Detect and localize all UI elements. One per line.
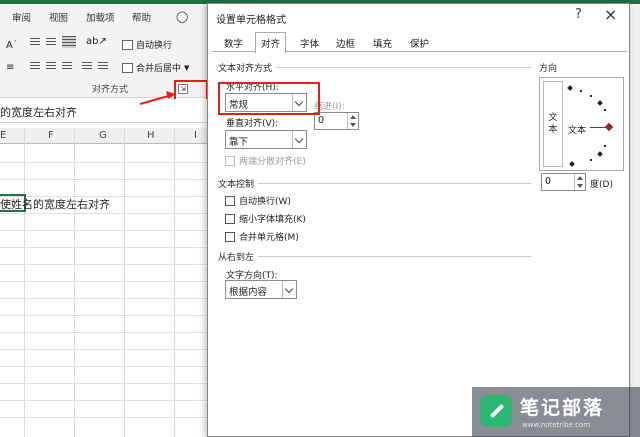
chevron-down-icon[interactable] xyxy=(282,281,296,298)
distributed-checkbox[interactable]: 两端分散对齐(E) xyxy=(225,154,306,167)
tab-number[interactable]: 数字 xyxy=(224,36,243,50)
text-direction-dropdown[interactable]: 根据内容 xyxy=(225,280,297,299)
wrap-text-checkbox[interactable]: 自动换行(W) xyxy=(225,194,291,207)
vertical-align-value: 靠下 xyxy=(229,137,249,148)
orientation-tick xyxy=(597,151,603,157)
chevron-down-icon[interactable] xyxy=(292,131,306,148)
arrow-head xyxy=(166,91,176,99)
tab-font[interactable]: 字体 xyxy=(300,36,319,50)
indent-value: 0 xyxy=(318,115,325,126)
spinner-buttons[interactable] xyxy=(347,113,358,129)
checkbox-box xyxy=(225,195,235,206)
orientation-tick xyxy=(569,161,575,167)
orientation-tick xyxy=(590,159,592,161)
rtl-section-title: 从右到左 xyxy=(218,253,255,263)
help-icon[interactable]: ? xyxy=(575,7,582,22)
vertical-align-label: 垂直对齐(V): xyxy=(226,119,279,129)
degrees-spinner[interactable]: 0 xyxy=(541,173,586,191)
distributed-label: 两端分散对齐(E) xyxy=(239,157,306,167)
dialog-tab-bar: 数字 对齐 字体 边框 填充 保护 xyxy=(212,32,627,54)
tab-border[interactable]: 边框 xyxy=(336,36,355,50)
orientation-tick xyxy=(590,95,592,97)
arrow-to-launcher xyxy=(139,94,173,105)
vertical-text-sample: 文本 xyxy=(548,113,558,135)
text-control-section-title: 文本控制 xyxy=(218,180,255,190)
orientation-tick xyxy=(604,109,606,111)
tab-alignment[interactable]: 对齐 xyxy=(255,32,287,54)
section-divider xyxy=(258,183,531,184)
orientation-tick xyxy=(597,100,603,106)
tab-protection[interactable]: 保护 xyxy=(410,36,429,50)
spinner-buttons[interactable] xyxy=(574,174,585,190)
text-alignment-section-title: 文本对齐方式 xyxy=(218,64,273,74)
section-divider xyxy=(276,67,531,68)
wrap-text-option-label: 自动换行(W) xyxy=(239,197,291,207)
vertical-text-toggle[interactable]: 文本 xyxy=(543,81,563,167)
watermark: 笔记部落 www.notetribe.com xyxy=(472,387,640,437)
degrees-value: 0 xyxy=(545,176,552,187)
indent-spinner[interactable]: 0 xyxy=(314,112,359,130)
checkbox-box xyxy=(225,155,235,166)
section-divider xyxy=(258,256,531,257)
tab-fill[interactable]: 填充 xyxy=(373,36,392,50)
watermark-title: 笔记部落 xyxy=(520,397,605,419)
vertical-align-dropdown[interactable]: 靠下 xyxy=(225,130,307,149)
checkbox-box xyxy=(225,213,235,224)
format-cells-dialog: 设置单元格格式 ? × 数字 对齐 字体 边框 填充 保护 文本对齐方式 水平对… xyxy=(207,3,630,437)
text-direction-value: 根据内容 xyxy=(229,287,268,298)
degrees-label: 度(D) xyxy=(590,180,613,190)
orientation-tick xyxy=(604,145,606,147)
notetribe-logo-icon xyxy=(480,395,512,427)
orientation-indicator-line xyxy=(590,127,606,128)
shrink-to-fit-label: 缩小字体填充(K) xyxy=(239,215,306,225)
merge-cells-label: 合并单元格(M) xyxy=(239,233,299,243)
checkbox-box xyxy=(225,231,235,242)
watermark-url: www.notetribe.com xyxy=(522,421,591,429)
orientation-handle[interactable] xyxy=(604,122,614,132)
annotation-box-horizontal-align xyxy=(218,82,320,115)
orientation-control[interactable]: 文本 文本 xyxy=(539,77,624,171)
orientation-section-title: 方向 xyxy=(539,64,558,74)
orientation-text-sample: 文本 xyxy=(568,126,587,136)
shrink-to-fit-checkbox[interactable]: 缩小字体填充(K) xyxy=(225,212,306,225)
dialog-title: 设置单元格格式 xyxy=(216,15,286,26)
orientation-tick xyxy=(567,85,573,91)
orientation-tick xyxy=(580,90,582,92)
merge-cells-checkbox[interactable]: 合并单元格(M) xyxy=(225,230,299,243)
close-icon[interactable]: × xyxy=(604,5,617,24)
